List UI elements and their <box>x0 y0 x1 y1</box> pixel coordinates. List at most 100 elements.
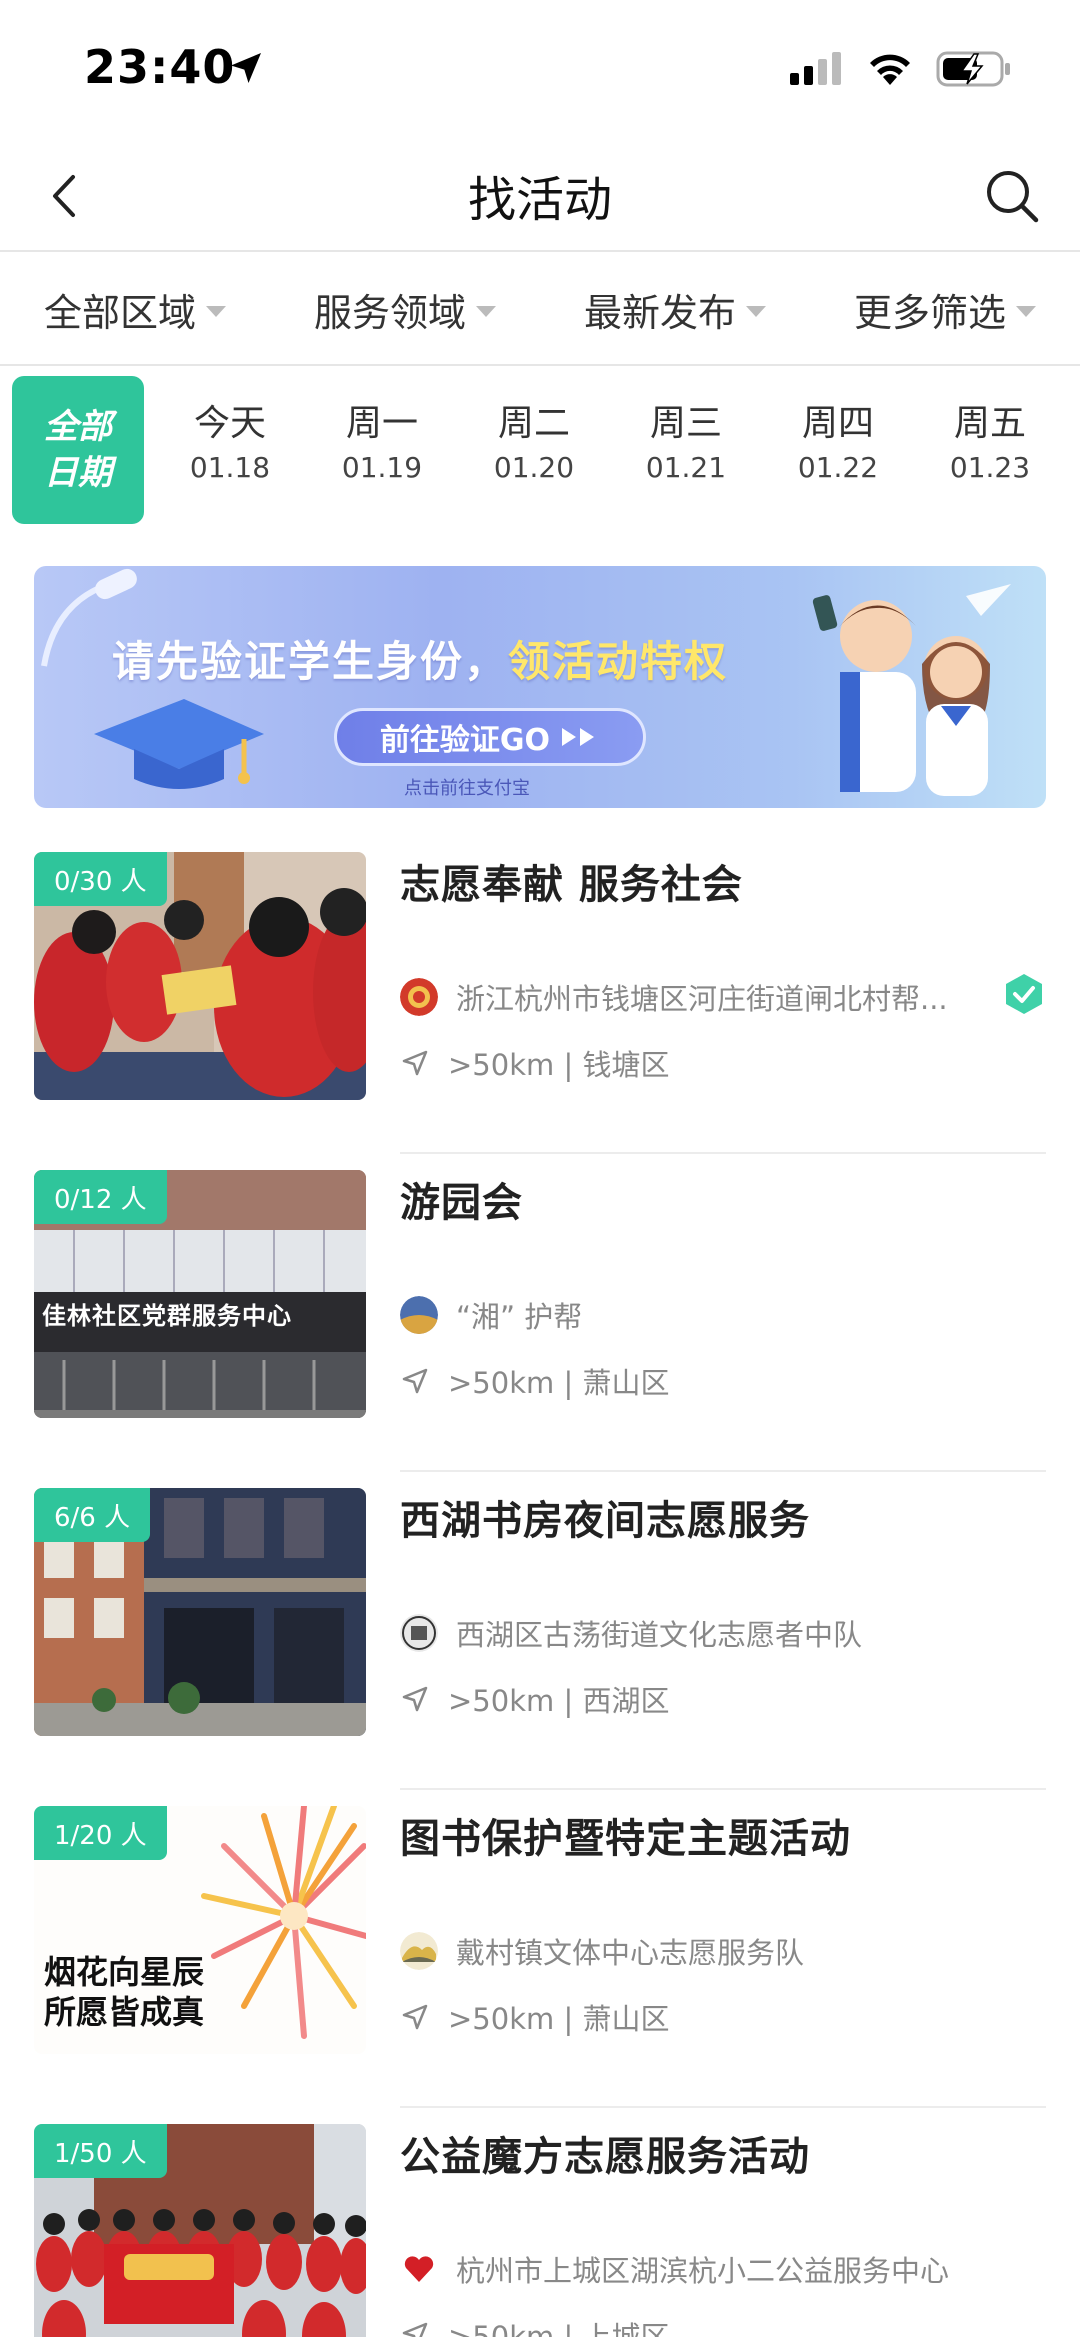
dropdown-triangle-icon <box>746 305 766 317</box>
activity-thumbnail: 0/30 人 <box>34 852 366 1100</box>
filter-label: 最新发布 <box>583 290 736 335</box>
filter-region[interactable]: 全部区域 <box>0 254 270 364</box>
date-week: 周三 <box>649 403 722 444</box>
search-icon <box>987 171 1039 223</box>
verified-badge-icon <box>1006 974 1042 1014</box>
date-item[interactable]: 今天 01.18 <box>170 402 290 488</box>
activity-title: 公益魔方志愿服务活动 <box>400 2134 810 2180</box>
distance-area-text: >50km | 钱塘区 <box>448 1048 670 1082</box>
navigation-arrow-icon <box>402 2004 428 2030</box>
filter-label: 更多筛选 <box>853 290 1006 335</box>
banner-subtext: 点击前往支付宝 <box>404 778 530 799</box>
dropdown-triangle-icon <box>206 305 226 317</box>
activity-card[interactable]: 佳林社区党群服务中心 0/12 人 游园会 “湘” 护帮 >50km | 萧山区 <box>34 1170 1046 1488</box>
date-week: 周四 <box>801 403 874 444</box>
activity-organizer: 西湖区古荡街道文化志愿者中队 <box>400 1612 1046 1654</box>
date-item[interactable]: 周一 01.19 <box>322 402 442 488</box>
organizer-name: 杭州市上城区湖滨杭小二公益服务中心 <box>456 2254 950 2288</box>
participant-count-badge: 1/20 人 <box>34 1806 167 1860</box>
organizer-logo <box>400 1614 438 1652</box>
activity-location: >50km | 上城区 <box>400 2314 669 2337</box>
wifi-icon <box>870 54 910 85</box>
date-item[interactable]: 周五 01.23 <box>930 402 1050 488</box>
students-illustration <box>812 584 1011 796</box>
date-item[interactable]: 周三 01.21 <box>626 402 746 488</box>
activity-title: 图书保护暨特定主题活动 <box>400 1816 851 1862</box>
activity-title: 志愿奉献 服务社会 <box>400 862 743 908</box>
navigation-arrow-icon <box>402 1368 428 1394</box>
status-bar: 23:40 <box>0 0 1080 140</box>
activity-card[interactable]: 0/30 人 志愿奉献 服务社会 浙江杭州市钱塘区河庄街道闸北村帮... >50… <box>34 852 1046 1170</box>
filter-service-field[interactable]: 服务领域 <box>270 254 540 364</box>
date-day: 01.19 <box>341 451 423 484</box>
date-day: 01.18 <box>189 451 271 484</box>
activity-thumbnail: 烟花向星辰 所愿皆成真 1/20 人 <box>34 1806 366 2054</box>
activity-location: >50km | 萧山区 <box>400 1360 669 1402</box>
date-week: 周一 <box>345 403 418 444</box>
battery-charging-icon <box>936 51 1010 87</box>
date-day: 01.20 <box>493 451 575 484</box>
divider <box>400 1788 1046 1790</box>
cellular-signal-icon <box>790 52 841 85</box>
date-day: 01.22 <box>797 451 879 484</box>
activity-location: >50km | 萧山区 <box>400 1996 669 2038</box>
banner-text-part1: 请先验证学生身份， <box>112 637 509 686</box>
student-verify-banner[interactable]: 请先验证学生身份，领活动特权 前往验证GO 点击前往支付宝 <box>34 566 1046 808</box>
participant-count-badge: 6/6 人 <box>34 1488 151 1542</box>
verify-go-label: 前往验证GO <box>379 723 551 758</box>
dropdown-triangle-icon <box>476 305 496 317</box>
date-all-button[interactable]: 全部 日期 <box>12 376 144 524</box>
activity-location: >50km | 钱塘区 <box>400 1042 669 1084</box>
date-week: 周二 <box>497 403 570 444</box>
double-play-icon <box>562 728 595 746</box>
navigation-arrow-icon <box>402 2322 428 2337</box>
activity-organizer: 戴村镇文体中心志愿服务队 <box>400 1930 1046 1972</box>
graduation-cap-icon <box>94 699 264 789</box>
filter-sort[interactable]: 最新发布 <box>540 254 810 364</box>
date-item[interactable]: 周四 01.22 <box>778 402 898 488</box>
date-strip: 全部 日期 今天 01.18 周一 01.19 周二 01.20 周三 01.2… <box>0 372 1080 532</box>
navigation-arrow-icon <box>402 1050 428 1076</box>
organizer-name: 戴村镇文体中心志愿服务队 <box>456 1936 805 1970</box>
activity-thumbnail: 1/50 人 <box>34 2124 366 2337</box>
search-button[interactable] <box>980 164 1044 228</box>
activity-location: >50km | 西湖区 <box>400 1678 669 1720</box>
verify-go-button[interactable]: 前往验证GO <box>334 708 646 766</box>
participant-count-badge: 0/30 人 <box>34 852 167 906</box>
page-title: 找活动 <box>467 172 612 228</box>
organizer-logo <box>400 1296 438 1334</box>
date-item[interactable]: 周二 01.20 <box>474 402 594 488</box>
participant-count-badge: 0/12 人 <box>34 1170 167 1224</box>
navigation-arrow-icon <box>402 1686 428 1712</box>
filter-label: 全部区域 <box>43 290 196 335</box>
divider <box>400 1470 1046 1472</box>
date-day: 01.21 <box>645 451 727 484</box>
dropdown-triangle-icon <box>1016 305 1036 317</box>
poster-text: 烟花向星辰 所愿皆成真 <box>44 1952 204 2032</box>
divider <box>400 2106 1046 2108</box>
filter-label: 服务领域 <box>313 290 466 335</box>
activity-card[interactable]: 1/50 人 公益魔方志愿服务活动 杭州市上城区湖滨杭小二公益服务中心 >50k… <box>34 2124 1046 2337</box>
organizer-name: 浙江杭州市钱塘区河庄街道闸北村帮... <box>456 982 948 1016</box>
distance-area-text: >50km | 萧山区 <box>448 2002 670 2036</box>
organizer-logo <box>400 2250 438 2288</box>
date-day: 01.23 <box>949 451 1031 484</box>
nav-bar: 找活动 <box>0 140 1080 252</box>
activity-thumbnail: 佳林社区党群服务中心 0/12 人 <box>34 1170 366 1418</box>
activity-title: 西湖书房夜间志愿服务 <box>400 1498 810 1544</box>
organizer-logo <box>400 978 438 1016</box>
filter-more[interactable]: 更多筛选 <box>810 254 1080 364</box>
participant-count-badge: 1/50 人 <box>34 2124 167 2178</box>
building-sign-text: 佳林社区党群服务中心 <box>42 1302 292 1330</box>
activity-organizer: “湘” 护帮 <box>400 1294 1046 1336</box>
date-all-line2: 日期 <box>44 453 112 493</box>
date-week: 周五 <box>953 403 1026 444</box>
banner-headline: 请先验证学生身份，领活动特权 <box>112 628 728 689</box>
organizer-logo <box>400 1932 438 1970</box>
activity-card[interactable]: 烟花向星辰 所愿皆成真 1/20 人 图书保护暨特定主题活动 戴村镇文体中心志愿… <box>34 1806 1046 2124</box>
status-time: 23:40 <box>84 40 236 94</box>
distance-area-text: >50km | 上城区 <box>448 2320 670 2337</box>
activity-card[interactable]: 6/6 人 西湖书房夜间志愿服务 西湖区古荡街道文化志愿者中队 >50km | … <box>34 1488 1046 1806</box>
date-all-line1: 全部 <box>44 407 112 447</box>
distance-area-text: >50km | 萧山区 <box>448 1366 670 1400</box>
